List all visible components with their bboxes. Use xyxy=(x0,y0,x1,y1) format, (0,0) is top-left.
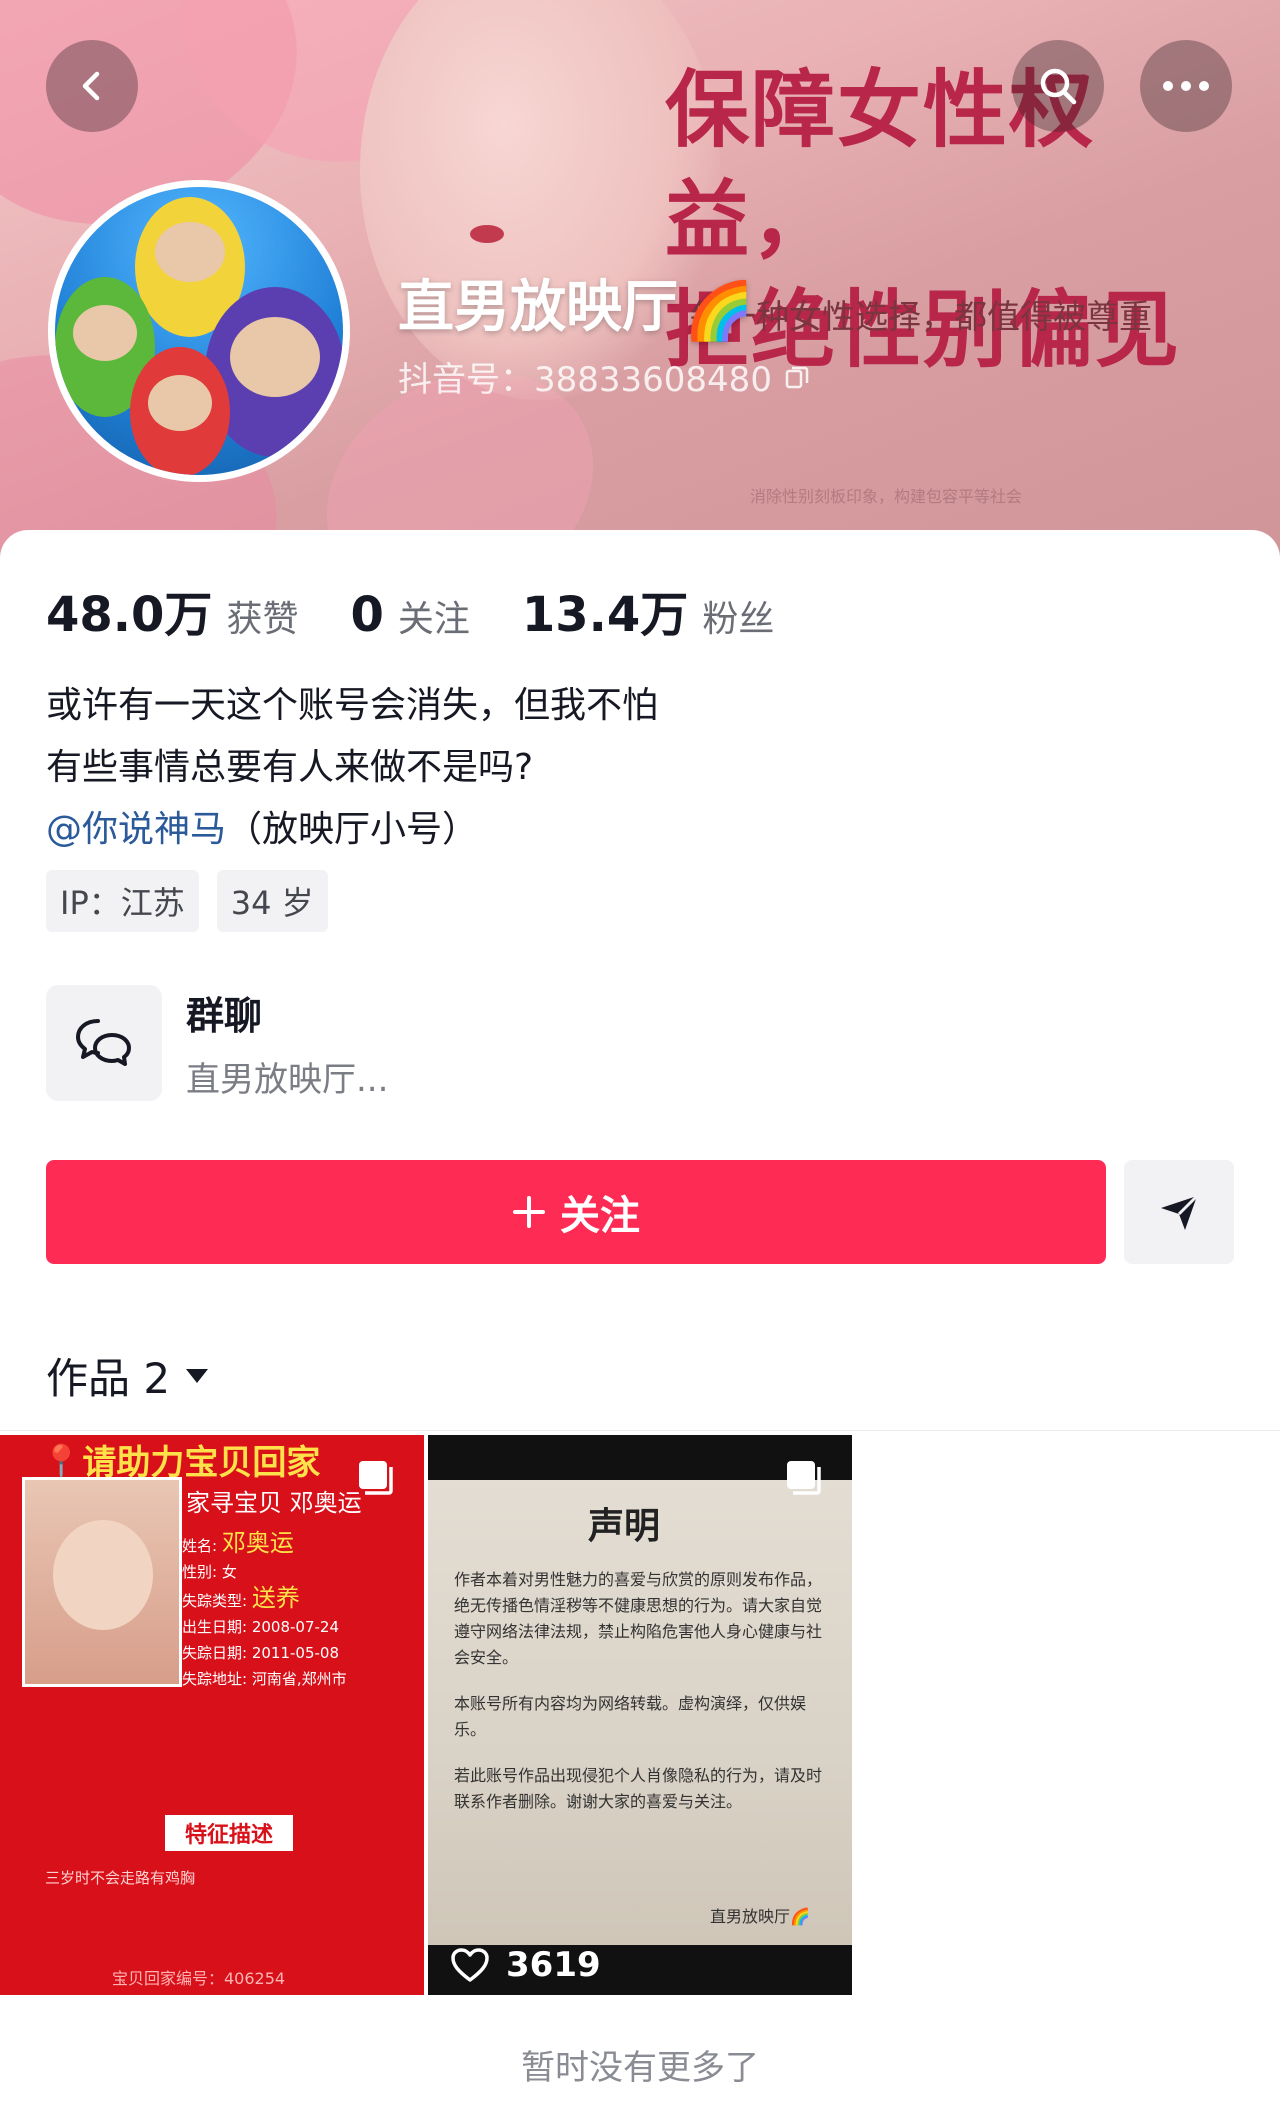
works-tab-label: 作品 2 xyxy=(46,1354,171,1403)
statement-body: 作者本着对男性魅力的喜爱与欣赏的原则发布作品，绝无传播色情淫秽等不健康思想的行为… xyxy=(454,1570,823,1811)
mention-link[interactable]: @你说神马 xyxy=(46,809,226,850)
douyin-id-text: 抖音号：38833608480 xyxy=(398,360,772,400)
chevron-left-icon xyxy=(82,71,100,101)
likes-count: 48.0万 xyxy=(46,587,213,643)
ip-location-tag: IP：江苏 xyxy=(46,870,199,932)
mention-suffix: （放映厅小号） xyxy=(226,809,479,850)
bio-line-2: 有些事情总要有人来做不是吗? xyxy=(46,747,534,788)
age-tag: 34 岁 xyxy=(216,870,328,932)
works-tab[interactable]: 作品 2 xyxy=(46,1345,210,1406)
copy-icon[interactable] xyxy=(784,364,810,390)
lips-illustration xyxy=(470,225,504,243)
statement-title: 声明 xyxy=(588,1506,661,1547)
child-photo xyxy=(22,1477,182,1687)
avatar[interactable] xyxy=(48,180,350,482)
banner-slogan-subtitle: 每一种女性选择，都值得被尊重 xyxy=(690,297,1152,336)
douyin-id-row[interactable]: 抖音号：38833608480 xyxy=(398,352,810,401)
multi-image-icon xyxy=(787,1461,821,1495)
profile-banner: 保障女性权益， 拒绝性别偏见 每一种女性选择，都值得被尊重 消除性别刻板印象，构… xyxy=(0,0,1280,560)
banner-small-caption: 消除性别刻板印象，构建包容平等社会 xyxy=(750,487,1023,506)
multi-image-icon xyxy=(359,1461,393,1495)
follow-button-label: 关注 xyxy=(560,1193,640,1239)
video-thumbnail-2[interactable]: 声明 作者本着对男性魅力的喜爱与欣赏的原则发布作品，绝无传播色情淫秽等不健康思想… xyxy=(428,1435,852,1995)
stats-row: 48.0万 获赞 0 关注 13.4万 粉丝 xyxy=(46,575,826,645)
bio-line-1: 或许有一天这个账号会消失，但我不怕 xyxy=(46,685,659,726)
following-label[interactable]: 关注 xyxy=(398,590,470,642)
caret-down-icon xyxy=(186,1368,209,1383)
video-thumbnail-1[interactable]: 📍请助力宝贝回家 家寻宝贝 邓奥运 姓名: 邓奥运 性别: 女 失踪类型: 送养… xyxy=(0,1435,424,1995)
group-chat-entry[interactable]: 群聊 直男放映厅... xyxy=(46,985,388,1101)
profile-nickname: 直男放映厅 🌈 xyxy=(398,262,754,344)
share-button[interactable] xyxy=(1124,1160,1234,1264)
following-count[interactable]: 0 xyxy=(350,587,383,643)
group-chat-subtitle: 直男放映厅... xyxy=(186,1060,389,1100)
nickname-text: 直男放映厅 xyxy=(398,275,678,340)
more-options-button[interactable] xyxy=(1140,40,1232,132)
more-dots-icon xyxy=(1163,81,1209,91)
red-teletubby xyxy=(130,347,230,475)
group-chat-title: 群聊 xyxy=(186,994,263,1038)
likes-label: 获赞 xyxy=(226,599,299,640)
feature-text: 三岁时不会走路有鸡胸 xyxy=(45,1869,196,1887)
case-number: 宝贝回家编号：406254 xyxy=(112,1969,286,1988)
profile-bio: 或许有一天这个账号会消失，但我不怕 有些事情总要有人来做不是吗? @你说神马（放… xyxy=(46,675,658,861)
rainbow-emoji: 🌈 xyxy=(684,278,754,344)
divider xyxy=(0,1430,1280,1431)
plus-icon xyxy=(513,1196,545,1228)
feature-label: 特征描述 xyxy=(165,1815,293,1851)
video1-subtitle: 家寻宝贝 邓奥运 xyxy=(186,1489,362,1517)
search-button[interactable] xyxy=(1012,40,1104,132)
chat-bubbles-icon xyxy=(76,1019,131,1066)
send-arrow-icon xyxy=(1161,1194,1199,1230)
back-button[interactable] xyxy=(46,40,138,132)
video2-like-count: 3619 xyxy=(506,1945,601,1985)
profile-tags: IP：江苏 34 岁 xyxy=(46,870,328,932)
bio-line-3: @你说神马（放映厅小号） xyxy=(46,799,658,861)
heart-icon xyxy=(451,1948,489,1982)
video2-likes: 3619 xyxy=(450,1945,601,1985)
video1-info: 姓名: 邓奥运 性别: 女 失踪类型: 送养 出生日期: 2008-07-24 … xyxy=(182,1529,347,1688)
statement-signature: 直男放映厅🌈 xyxy=(710,1907,810,1926)
profile-card: 48.0万 获赞 0 关注 13.4万 粉丝 或许有一天这个账号会消失，但我不怕… xyxy=(0,530,1280,2110)
follow-button[interactable]: 关注 xyxy=(46,1160,1106,1264)
followers-count[interactable]: 13.4万 xyxy=(522,575,688,645)
followers-label[interactable]: 粉丝 xyxy=(702,590,774,642)
group-chat-icon-box xyxy=(46,985,162,1101)
no-more-content-text: 暂时没有更多了 xyxy=(521,2048,759,2088)
group-chat-text: 群聊 直男放映厅... xyxy=(186,985,388,1101)
search-icon xyxy=(1040,68,1077,105)
